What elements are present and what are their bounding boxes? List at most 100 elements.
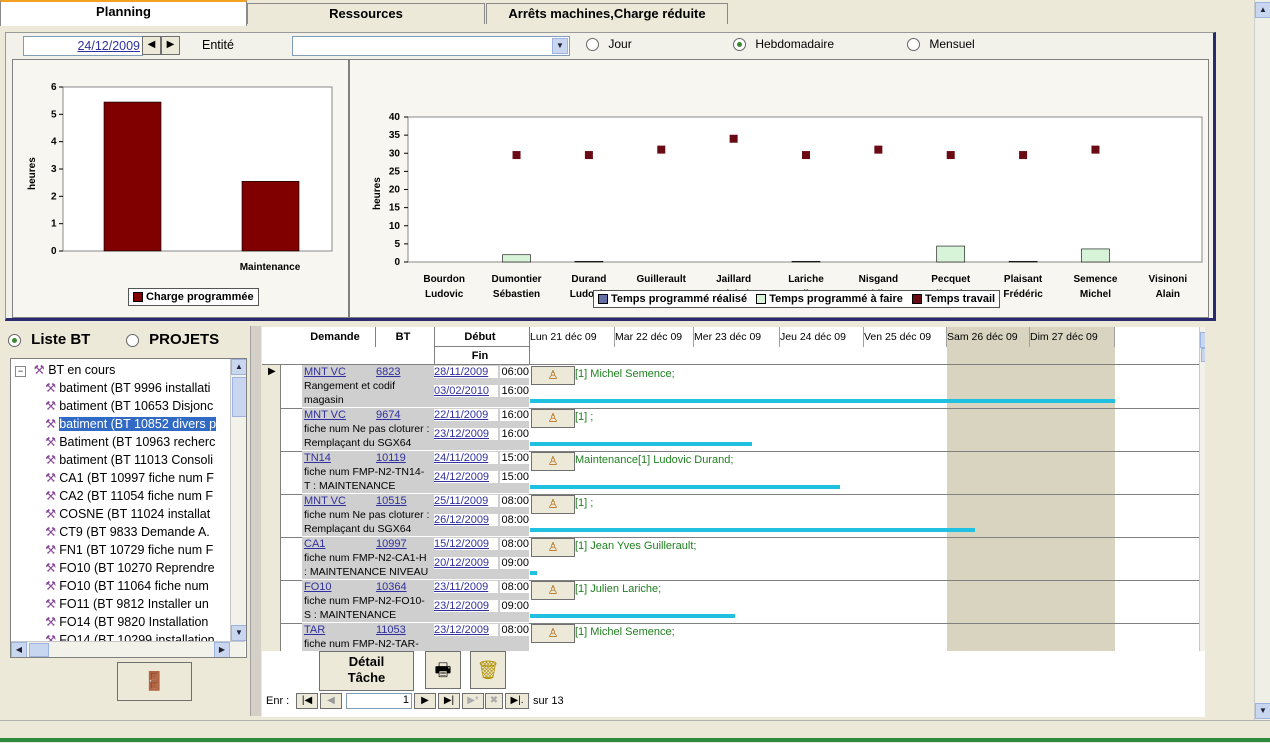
prev-date-button[interactable]: ◀: [142, 36, 161, 55]
scroll-thumb[interactable]: [1201, 348, 1205, 362]
scroll-thumb[interactable]: [232, 377, 246, 417]
nav-current-input[interactable]: 1: [346, 693, 412, 709]
tree-item[interactable]: ⚒ FO10 (BT 10270 Reprendre: [45, 559, 215, 577]
assign-worker-button[interactable]: ♙: [531, 581, 575, 600]
tree-item[interactable]: ⚒ FO14 (BT 9820 Installation: [45, 613, 208, 631]
nav-last-button[interactable]: ▶|: [438, 693, 460, 709]
scroll-right-icon[interactable]: ▶: [214, 642, 230, 657]
start-date-link[interactable]: 23/11/2009: [434, 581, 498, 593]
next-date-button[interactable]: ▶: [161, 36, 180, 55]
bt-link[interactable]: 10364: [376, 581, 432, 593]
end-date-link[interactable]: 24/12/2009: [434, 471, 498, 483]
mode-liste-bt[interactable]: Liste BT: [8, 331, 90, 348]
tree-item[interactable]: ⚒ batiment (BT 10653 Disjonc: [45, 397, 213, 415]
scroll-up-icon[interactable]: ▲: [231, 359, 246, 375]
demande-link[interactable]: MNT VC: [304, 409, 374, 421]
collapse-icon[interactable]: −: [15, 366, 26, 377]
row-selector[interactable]: [262, 451, 281, 494]
scroll-down-icon[interactable]: ▼: [1255, 703, 1270, 719]
table-row[interactable]: CA1 10997 fiche num FMP-N2-CA1-H : MAINTEN…: [262, 537, 1205, 581]
row-selector[interactable]: ▶: [262, 365, 281, 408]
demande-link[interactable]: MNT VC: [304, 495, 374, 507]
tree-hscroll[interactable]: ◀ ▶: [11, 641, 245, 657]
bt-link[interactable]: 11053: [376, 624, 432, 636]
end-date-link[interactable]: 03/02/2010: [434, 385, 498, 397]
chevron-down-icon[interactable]: ▼: [552, 38, 568, 54]
assign-worker-button[interactable]: ♙: [531, 624, 575, 643]
tab-ressources[interactable]: Ressources: [247, 3, 485, 24]
scroll-left-icon[interactable]: ◀: [11, 642, 27, 657]
table-row[interactable]: ▶ MNT VC 6823 Rangement et codif magasin 28/…: [262, 365, 1205, 409]
row-selector[interactable]: [262, 494, 281, 537]
tree-item[interactable]: ⚒ CT9 (BT 9833 Demande A.: [45, 523, 210, 541]
nav-new-button[interactable]: ▶*: [462, 693, 484, 709]
detail-tache-button[interactable]: Détail Tâche: [319, 651, 414, 691]
row-selector[interactable]: [262, 408, 281, 451]
tree-item[interactable]: ⚒ batiment (BT 10852 divers p: [45, 415, 217, 433]
period-hebdomadaire[interactable]: Hebdomadaire: [733, 37, 834, 52]
row-selector[interactable]: [262, 580, 281, 623]
table-row[interactable]: MNT VC 9674 fiche num Ne pas cloturer : Re…: [262, 408, 1205, 452]
demande-link[interactable]: CA1: [304, 538, 374, 550]
demande-link[interactable]: TAR: [304, 624, 374, 636]
end-date-link[interactable]: 23/12/2009: [434, 600, 498, 612]
end-date-link[interactable]: 26/12/2009: [434, 514, 498, 526]
entity-select[interactable]: ▼: [292, 36, 570, 56]
start-date-link[interactable]: 15/12/2009: [434, 538, 498, 550]
start-date-link[interactable]: 28/11/2009: [434, 366, 498, 378]
tree-item[interactable]: ⚒ FO10 (BT 11064 fiche num: [45, 577, 209, 595]
tree-item[interactable]: ⚒ Batiment (BT 10963 recherc: [45, 433, 215, 451]
grid-vscroll[interactable]: ▲: [1199, 327, 1205, 651]
start-date-link[interactable]: 22/11/2009: [434, 409, 498, 421]
tab-planning[interactable]: Planning: [0, 0, 247, 26]
bt-link[interactable]: 9674: [376, 409, 432, 421]
assign-worker-button[interactable]: ♙: [531, 538, 575, 557]
nav-delete-button[interactable]: ✖: [485, 693, 503, 709]
tree-item[interactable]: ⚒ CA1 (BT 10997 fiche num F: [45, 469, 214, 487]
tree-item[interactable]: ⚒ batiment (BT 9996 installati: [45, 379, 210, 397]
tree-item[interactable]: ⚒ FO11 (BT 9812 Installer un: [45, 595, 209, 613]
start-date-link[interactable]: 25/11/2009: [434, 495, 498, 507]
bt-link[interactable]: 10515: [376, 495, 432, 507]
table-row[interactable]: MNT VC 10515 fiche num Ne pas cloturer : R…: [262, 494, 1205, 538]
demande-link[interactable]: TN14: [304, 452, 374, 464]
tree-item[interactable]: ⚒ CA2 (BT 11054 fiche num F: [45, 487, 213, 505]
table-row[interactable]: FO10 10364 fiche num FMP-N2-FO10-S : MAINT…: [262, 580, 1205, 624]
row-selector[interactable]: [262, 537, 281, 580]
mode-projets[interactable]: PROJETS: [126, 331, 219, 348]
end-date-link[interactable]: 23/12/2009: [434, 428, 498, 440]
nav-prev-button[interactable]: ◀: [320, 693, 342, 709]
nav-next-button[interactable]: ▶: [414, 693, 436, 709]
assign-worker-button[interactable]: ♙: [531, 452, 575, 471]
print-button[interactable]: 🖶: [425, 651, 461, 689]
row-selector[interactable]: [262, 623, 281, 651]
nav-filter-button[interactable]: ▶|.: [505, 693, 529, 709]
bt-link[interactable]: 6823: [376, 366, 432, 378]
assign-worker-button[interactable]: ♙: [531, 495, 575, 514]
scroll-up-icon[interactable]: ▲: [1255, 2, 1270, 18]
end-date-link[interactable]: 20/12/2009: [434, 557, 498, 569]
tab-arrets-machines[interactable]: Arrêts machines,Charge réduite: [486, 3, 728, 24]
scroll-up-icon[interactable]: ▲: [1200, 332, 1205, 348]
period-jour[interactable]: Jour: [586, 37, 632, 52]
table-row[interactable]: TAR 11053 fiche num FMP-N2-TAR- 23/12/2009 0…: [262, 623, 1205, 651]
period-mensuel[interactable]: Mensuel: [907, 37, 975, 52]
start-date-link[interactable]: 24/11/2009: [434, 452, 498, 464]
table-row[interactable]: TN14 10119 fiche num FMP-N2-TN14-T : MAINT…: [262, 451, 1205, 495]
recycle-button[interactable]: 🗑: [470, 651, 506, 689]
exit-button[interactable]: 🚪: [117, 662, 192, 701]
demande-link[interactable]: MNT VC: [304, 366, 374, 378]
assign-worker-button[interactable]: ♙: [531, 366, 575, 385]
bt-link[interactable]: 10997: [376, 538, 432, 550]
tree-root[interactable]: − ⚒ BT en cours: [15, 361, 115, 379]
tree-item[interactable]: ⚒ COSNE (BT 11024 installat: [45, 505, 210, 523]
start-date-link[interactable]: 23/12/2009: [434, 624, 498, 636]
scroll-thumb[interactable]: [29, 643, 49, 657]
nav-first-button[interactable]: |◀: [296, 693, 318, 709]
tree-item[interactable]: ⚒ batiment (BT 11013 Consoli: [45, 451, 213, 469]
demande-link[interactable]: FO10: [304, 581, 374, 593]
scroll-down-icon[interactable]: ▼: [231, 625, 246, 641]
bt-link[interactable]: 10119: [376, 452, 432, 464]
date-input[interactable]: 24/12/2009: [23, 36, 143, 56]
assign-worker-button[interactable]: ♙: [531, 409, 575, 428]
